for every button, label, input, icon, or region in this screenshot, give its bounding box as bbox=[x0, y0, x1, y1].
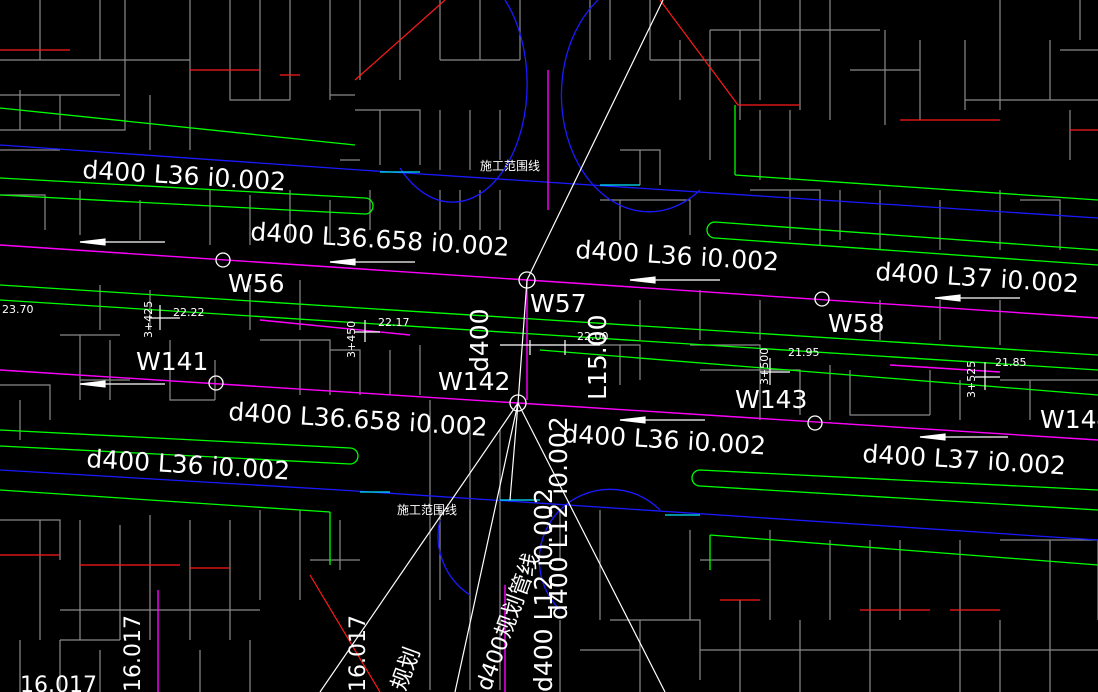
pipe-label-bot-mid: d400 L36 i0.002 bbox=[562, 419, 767, 460]
manhole-label-w142: W142 bbox=[438, 367, 510, 396]
pipe-label-top-right-b: d400 L37 i0.002 bbox=[875, 257, 1080, 298]
manhole-label-w56: W56 bbox=[228, 269, 285, 298]
manhole-w143-circle bbox=[807, 415, 823, 431]
manhole-label-w57: W57 bbox=[530, 289, 587, 318]
manhole-label-w141: W141 bbox=[136, 347, 208, 376]
construction-line-label-top: 施工范围线 bbox=[480, 159, 540, 173]
pipe-label-bot-left-b: d400 L36 i0.002 bbox=[86, 444, 291, 485]
pipe-label-top-mid: d400 L36.658 i0.002 bbox=[250, 217, 511, 262]
cad-drawing-canvas: d400 L36 i0.002 d400 L36.658 i0.002 d400… bbox=[0, 0, 1098, 692]
bottom-partial-labels: 16.017 16.017 16.017 d400规划管线 规划 bbox=[20, 550, 545, 692]
station-label-2: 3+450 bbox=[345, 321, 358, 358]
elevation-label-3: 22.17 bbox=[378, 316, 410, 329]
elevation-label-2: 22.22 bbox=[173, 306, 205, 319]
construction-line-label-bottom: 施工范围线 bbox=[397, 503, 457, 517]
bottom-label-5: 规划 bbox=[387, 644, 426, 692]
pipe-labels: d400 L36 i0.002 d400 L36.658 i0.002 d400… bbox=[82, 155, 1080, 692]
elevation-label-1: 23.70 bbox=[2, 303, 34, 316]
station-label-4: 3+525 bbox=[965, 361, 978, 398]
pipe-label-vert-l15: L15.00 bbox=[583, 315, 612, 401]
station-label-1: 3+425 bbox=[142, 301, 155, 338]
pipe-label-bot-right: d400 L37 i0.002 bbox=[862, 439, 1067, 480]
pipe-label-bot-left-a: d400 L36.658 i0.002 bbox=[228, 397, 489, 442]
elevation-label-6: 22.00 bbox=[577, 330, 609, 343]
bottom-label-1: 16.017 bbox=[20, 673, 97, 692]
manhole-label-w58: W58 bbox=[828, 309, 885, 338]
pipe-label-top-left: d400 L36 i0.002 bbox=[82, 155, 287, 196]
sewer-plan-drawing: d400 L36 i0.002 d400 L36.658 i0.002 d400… bbox=[0, 0, 1098, 692]
pipe-label-vert-d400: d400 bbox=[465, 308, 494, 372]
bottom-label-3: 16.017 bbox=[346, 615, 371, 692]
elevation-label-5: 21.85 bbox=[995, 356, 1027, 369]
manhole-label-w143: W143 bbox=[735, 385, 807, 414]
bottom-label-2: 16.017 bbox=[121, 615, 146, 692]
manhole-label-w144: W144 bbox=[1040, 405, 1098, 434]
elevation-label-4: 21.95 bbox=[788, 346, 820, 359]
station-label-3: 3+500 bbox=[758, 348, 771, 385]
pipe-label-top-right-a: d400 L36 i0.002 bbox=[575, 235, 780, 276]
